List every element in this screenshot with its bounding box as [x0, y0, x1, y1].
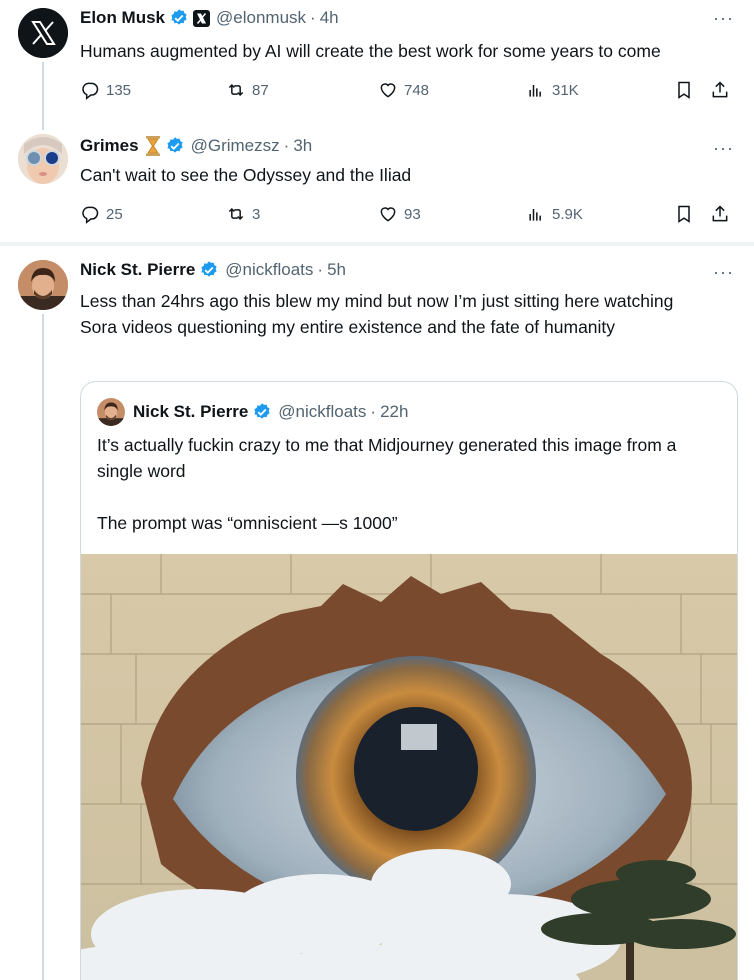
share-icon [712, 205, 728, 222]
quote-avatar[interactable] [97, 398, 125, 426]
repost-button[interactable]: 3 [226, 204, 260, 224]
tweet-elon[interactable]: Elon Musk @elonmusk · 4h ··· Humans augm… [0, 0, 754, 122]
timestamp[interactable]: 3h [293, 136, 312, 156]
views-button[interactable]: 5.9K [526, 204, 583, 224]
tweet-text: Can't wait to see the Odyssey and the Il… [80, 165, 412, 185]
share-icon [712, 81, 728, 98]
author-handle[interactable]: @nickfloats [225, 260, 313, 280]
author-handle[interactable]: @elonmusk [216, 8, 306, 28]
action-bar: 135 87 748 31K [80, 80, 740, 104]
views-button[interactable]: 31K [526, 80, 579, 100]
like-icon [380, 83, 396, 98]
verified-badge-icon [167, 137, 183, 153]
avatar[interactable] [18, 8, 68, 58]
reply-button[interactable]: 25 [80, 204, 123, 224]
more-icon[interactable]: ··· [713, 138, 734, 159]
like-count: 748 [404, 81, 430, 99]
separator-dot: · [370, 402, 377, 421]
x-logo-icon [18, 8, 68, 58]
x-affiliate-badge-icon [193, 9, 211, 27]
bookmark-button[interactable] [674, 204, 694, 224]
more-icon[interactable]: ··· [713, 262, 734, 283]
like-icon [380, 207, 396, 222]
quote-author-name[interactable]: Nick St. Pierre [133, 402, 248, 422]
bookmark-button[interactable] [674, 80, 694, 100]
quote-media-image[interactable] [81, 554, 737, 980]
eye-artwork-image [81, 554, 737, 980]
views-icon [529, 85, 541, 97]
quote-author-handle[interactable]: @nickfloats [278, 402, 366, 422]
tweet-text: Humans augmented by AI will create the b… [80, 41, 661, 61]
reply-icon [82, 206, 99, 224]
quote-timestamp[interactable]: 22h [380, 402, 408, 422]
avatar-image [18, 260, 68, 310]
author-name[interactable]: Elon Musk [80, 8, 165, 28]
author-name[interactable]: Grimes [80, 136, 139, 156]
like-button[interactable]: 93 [378, 204, 421, 224]
share-button[interactable] [710, 204, 730, 224]
tweet-grimes[interactable]: Grimes @Grimezsz · 3h ··· Can't wait to … [0, 122, 754, 240]
repost-icon [228, 83, 244, 97]
avatar[interactable] [18, 260, 68, 310]
repost-count: 3 [252, 205, 261, 223]
tweet-text: Less than 24hrs ago this blew my mind bu… [80, 291, 679, 337]
views-count: 5.9K [552, 205, 583, 223]
like-button[interactable]: 748 [378, 80, 429, 100]
verified-badge-icon [254, 403, 270, 419]
repost-icon [228, 207, 244, 221]
bookmark-icon [678, 81, 690, 99]
separator-dot: · [317, 260, 324, 279]
reply-count: 135 [106, 81, 132, 99]
author-name[interactable]: Nick St. Pierre [80, 260, 195, 280]
avatar[interactable] [18, 134, 68, 184]
avatar-image [18, 134, 68, 184]
quoted-tweet[interactable]: Nick St. Pierre @nickfloats · 22h It’s a… [80, 381, 738, 980]
action-bar: 25 3 93 5.9K [80, 204, 740, 228]
more-icon[interactable]: ··· [713, 8, 734, 29]
repost-count: 87 [252, 81, 269, 99]
bookmark-icon [678, 205, 690, 223]
reply-icon [82, 82, 99, 100]
quote-text: It’s actually fuckin crazy to me that Mi… [97, 435, 677, 533]
verified-badge-icon [201, 261, 217, 277]
author-handle[interactable]: @Grimezsz [191, 136, 280, 156]
verified-badge-icon [171, 9, 187, 25]
reply-button[interactable]: 135 [80, 80, 131, 100]
views-icon [529, 209, 541, 221]
hourglass-emoji-icon [145, 136, 161, 156]
share-button[interactable] [710, 80, 730, 100]
avatar-image [97, 398, 125, 426]
separator-dot: · [310, 8, 316, 27]
views-count: 31K [552, 81, 579, 99]
timestamp[interactable]: 4h [320, 8, 339, 28]
separator-dot: · [283, 136, 290, 155]
reply-count: 25 [106, 205, 123, 223]
like-count: 93 [404, 205, 421, 223]
timestamp[interactable]: 5h [327, 260, 346, 280]
repost-button[interactable]: 87 [226, 80, 269, 100]
